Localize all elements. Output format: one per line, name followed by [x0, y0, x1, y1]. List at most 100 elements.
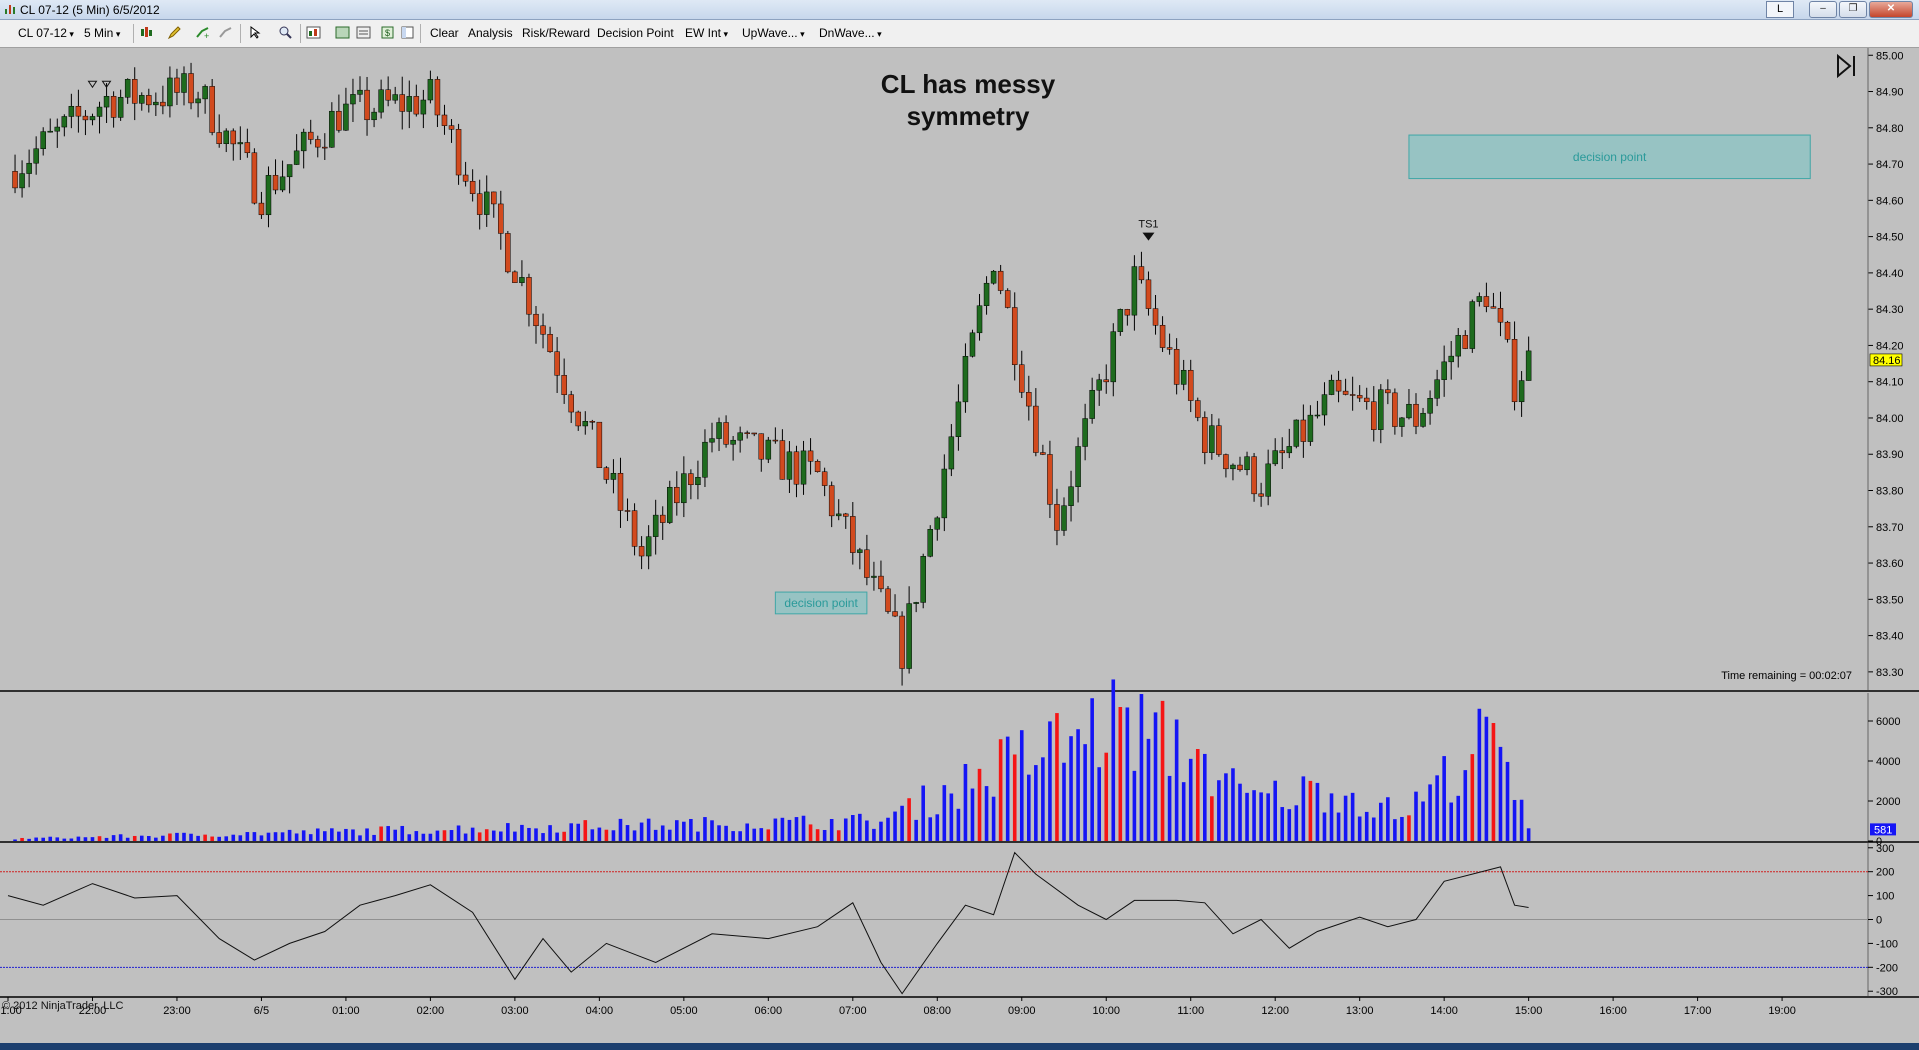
candle-body: [343, 103, 349, 131]
candle-body: [96, 106, 103, 117]
volume-bar: [703, 817, 707, 841]
candle: [1244, 451, 1250, 476]
candle-body: [1223, 454, 1229, 470]
candle-body: [1371, 401, 1377, 430]
candle-body: [1124, 309, 1131, 316]
candle: [624, 498, 631, 522]
candle: [976, 293, 983, 341]
volume-bar: [872, 828, 876, 841]
candle-body: [575, 411, 581, 427]
volume-bar: [1203, 753, 1207, 841]
bar-type-icon[interactable]: [139, 25, 154, 40]
chart-area[interactable]: 83.30 83.40 83.50 83.60 83.70 83.80 83.90 84.00…: [0, 48, 1919, 1043]
risk-reward-button[interactable]: Risk/Reward: [522, 26, 590, 40]
data-box-icon[interactable]: [335, 25, 350, 40]
candle-body: [209, 86, 215, 133]
close-button[interactable]: ✕: [1869, 1, 1913, 18]
candle-body: [596, 421, 603, 469]
candle: [659, 506, 666, 540]
volume-bar: [435, 830, 440, 841]
candle-body: [533, 313, 539, 327]
candle-body: [61, 116, 68, 128]
candle: [547, 326, 553, 353]
candle-body: [1518, 380, 1525, 403]
volume-bar: [1062, 762, 1066, 841]
window-icon[interactable]: [400, 25, 415, 40]
volume-bar: [921, 785, 925, 841]
volume-bar: [682, 821, 686, 841]
instrument-selector[interactable]: CL 07-12: [18, 26, 74, 40]
strategy-icon[interactable]: [218, 25, 233, 40]
candle: [174, 68, 180, 105]
volume-bar: [780, 817, 785, 841]
candle-body: [1511, 339, 1518, 403]
candle: [1356, 385, 1363, 403]
candle-body: [476, 193, 483, 215]
decision-point-button[interactable]: Decision Point: [597, 26, 674, 40]
clear-button[interactable]: Clear: [430, 26, 459, 40]
candle-body: [1187, 369, 1194, 401]
volume-bar: [1188, 758, 1193, 841]
candle: [793, 445, 800, 498]
analysis-button[interactable]: Analysis: [468, 26, 513, 40]
candle-body: [1180, 369, 1187, 385]
candle-body: [568, 394, 574, 413]
volume-bar: [1118, 707, 1123, 841]
candle: [519, 260, 525, 287]
volume-bar: [1350, 792, 1355, 841]
candle: [997, 264, 1004, 295]
candle: [230, 128, 237, 161]
candle: [1103, 364, 1109, 394]
candle: [272, 159, 279, 195]
time-tick-label: 06:00: [755, 1005, 783, 1017]
volume-bar: [330, 828, 334, 841]
candle: [1117, 308, 1124, 336]
time-tick-label: 10:00: [1092, 1005, 1120, 1017]
candle-body: [244, 142, 251, 154]
add-indicator-icon[interactable]: +: [195, 25, 210, 40]
ew-int-button[interactable]: EW Int: [685, 26, 728, 40]
interval-selector[interactable]: 5 Min: [84, 26, 120, 40]
volume-bar: [1414, 791, 1418, 841]
candle-body: [955, 401, 962, 437]
minimize-button[interactable]: ‒: [1809, 1, 1837, 18]
candle: [1216, 418, 1222, 457]
time-tick-label: 08:00: [924, 1005, 952, 1017]
chart-trader-icon[interactable]: [306, 25, 321, 40]
candle-body: [195, 98, 201, 104]
money-icon[interactable]: $: [380, 25, 395, 40]
candle: [1378, 384, 1384, 444]
candle-body: [744, 432, 750, 434]
volume-bar: [1407, 815, 1411, 841]
maximize-button[interactable]: ❐: [1839, 1, 1867, 18]
scroll-end-icon[interactable]: [1837, 53, 1855, 79]
candle: [68, 93, 75, 129]
candle-body: [1497, 308, 1504, 323]
time-tick-label: 19:00: [1768, 1005, 1796, 1017]
upwave-button[interactable]: UpWave...: [742, 26, 805, 40]
candle-body: [216, 132, 222, 145]
candle: [1371, 386, 1377, 442]
candle-body: [624, 510, 631, 512]
time-tick-label: 01:00: [332, 1005, 360, 1017]
candle: [322, 133, 328, 160]
price-tick-label: 84.60: [1876, 195, 1904, 207]
candle-body: [737, 432, 743, 441]
time-tick-label: 03:00: [501, 1005, 529, 1017]
pencil-icon[interactable]: [167, 25, 182, 40]
candle-body: [554, 351, 560, 376]
dnwave-button[interactable]: DnWave...: [819, 26, 882, 40]
price-panel: 83.30 83.40 83.50 83.60 83.70 83.80 83.90 84.00…: [0, 48, 1919, 692]
volume-bar: [125, 837, 130, 841]
layout-button[interactable]: L: [1766, 1, 1794, 18]
candle-body: [399, 94, 405, 112]
cursor-icon[interactable]: [248, 25, 263, 40]
volume-bar: [1076, 729, 1080, 841]
zoom-icon[interactable]: [278, 25, 293, 40]
candle: [33, 136, 39, 175]
candle-body: [1244, 456, 1250, 471]
candle: [103, 83, 110, 123]
properties-icon[interactable]: [356, 25, 371, 40]
candle-body: [300, 131, 307, 152]
candle: [540, 313, 546, 349]
